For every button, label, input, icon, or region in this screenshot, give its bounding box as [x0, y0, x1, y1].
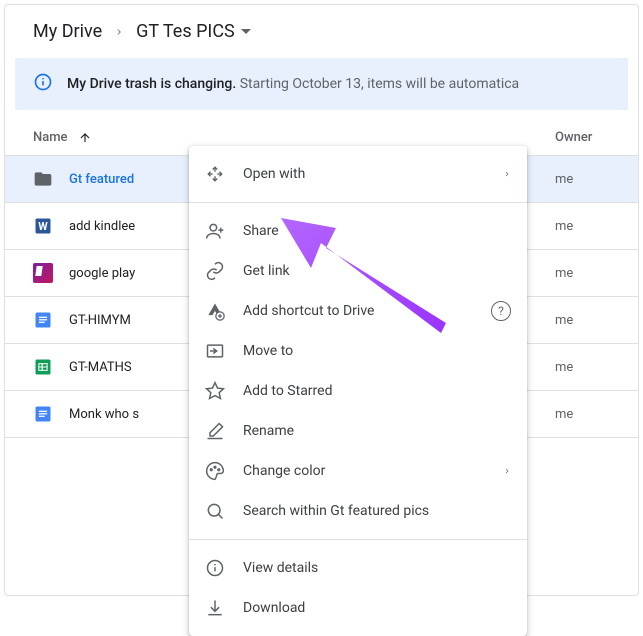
file-owner: me [525, 172, 625, 187]
banner-rest: Starting October 13, items will be autom… [240, 76, 519, 92]
file-name: Monk who s [69, 407, 139, 422]
file-owner: me [525, 219, 625, 234]
palette-icon [205, 461, 225, 481]
chevron-right-icon [503, 168, 511, 180]
file-name: GT-MATHS [69, 360, 132, 375]
column-header-name[interactable]: Name [5, 130, 525, 145]
image-thumbnail-icon [33, 263, 53, 283]
file-name: Gt featured [69, 172, 134, 187]
menu-search-within[interactable]: Search within Gt featured pics [189, 491, 527, 531]
file-name: GT-HIMYM [69, 313, 131, 328]
breadcrumb-root[interactable]: My Drive [33, 21, 102, 42]
folder-icon [33, 169, 53, 189]
file-owner: me [525, 313, 625, 328]
drive-shortcut-icon [205, 301, 225, 321]
menu-move-to[interactable]: Move to [189, 331, 527, 371]
context-menu: Open with Share Get link Add shortcut to… [189, 146, 527, 636]
google-doc-icon [33, 404, 53, 424]
menu-divider [189, 539, 527, 540]
svg-text:W: W [38, 220, 48, 233]
menu-label: Share [243, 223, 511, 239]
breadcrumb-current[interactable]: GT Tes PICS [136, 21, 251, 42]
person-add-icon [205, 221, 225, 241]
menu-share[interactable]: Share [189, 211, 527, 251]
banner-bold: My Drive trash is changing. [67, 76, 236, 92]
menu-label: Download [243, 600, 511, 616]
rename-icon [205, 421, 225, 441]
menu-label: Add shortcut to Drive [243, 303, 473, 319]
menu-view-details[interactable]: View details [189, 548, 527, 588]
column-name-label: Name [33, 130, 68, 145]
file-name: google play [69, 266, 135, 281]
info-icon [33, 72, 53, 96]
file-owner: me [525, 266, 625, 281]
word-doc-icon: W [33, 216, 53, 236]
file-name: add kindlee [69, 219, 135, 234]
menu-label: View details [243, 560, 511, 576]
menu-label: Get link [243, 263, 511, 279]
chevron-right-icon [503, 465, 511, 477]
google-sheet-icon [33, 357, 53, 377]
menu-open-with[interactable]: Open with [189, 154, 527, 194]
menu-download[interactable]: Download [189, 588, 527, 628]
caret-down-icon [241, 29, 251, 35]
banner-text: My Drive trash is changing. Starting Oct… [67, 76, 519, 92]
column-header-owner[interactable]: Owner [525, 130, 625, 145]
file-owner: me [525, 407, 625, 422]
menu-label: Add to Starred [243, 383, 511, 399]
menu-label: Move to [243, 343, 511, 359]
chevron-right-icon [114, 21, 124, 42]
star-icon [205, 381, 225, 401]
file-owner: me [525, 360, 625, 375]
menu-add-shortcut[interactable]: Add shortcut to Drive ? [189, 291, 527, 331]
info-banner: My Drive trash is changing. Starting Oct… [15, 58, 628, 110]
menu-label: Rename [243, 423, 511, 439]
open-with-icon [205, 164, 225, 184]
link-icon [205, 261, 225, 281]
google-doc-icon [33, 310, 53, 330]
info-icon [205, 558, 225, 578]
menu-rename[interactable]: Rename [189, 411, 527, 451]
menu-label: Search within Gt featured pics [243, 503, 511, 519]
menu-label: Open with [243, 166, 485, 182]
help-icon[interactable]: ? [491, 301, 511, 321]
menu-label: Change color [243, 463, 485, 479]
download-icon [205, 598, 225, 618]
menu-add-starred[interactable]: Add to Starred [189, 371, 527, 411]
breadcrumb-current-label: GT Tes PICS [136, 21, 235, 42]
menu-change-color[interactable]: Change color [189, 451, 527, 491]
breadcrumb: My Drive GT Tes PICS [5, 5, 638, 54]
sort-arrow-up-icon [78, 131, 92, 145]
column-owner-label: Owner [555, 130, 592, 145]
menu-get-link[interactable]: Get link [189, 251, 527, 291]
menu-divider [189, 202, 527, 203]
move-to-icon [205, 341, 225, 361]
search-icon [205, 501, 225, 521]
